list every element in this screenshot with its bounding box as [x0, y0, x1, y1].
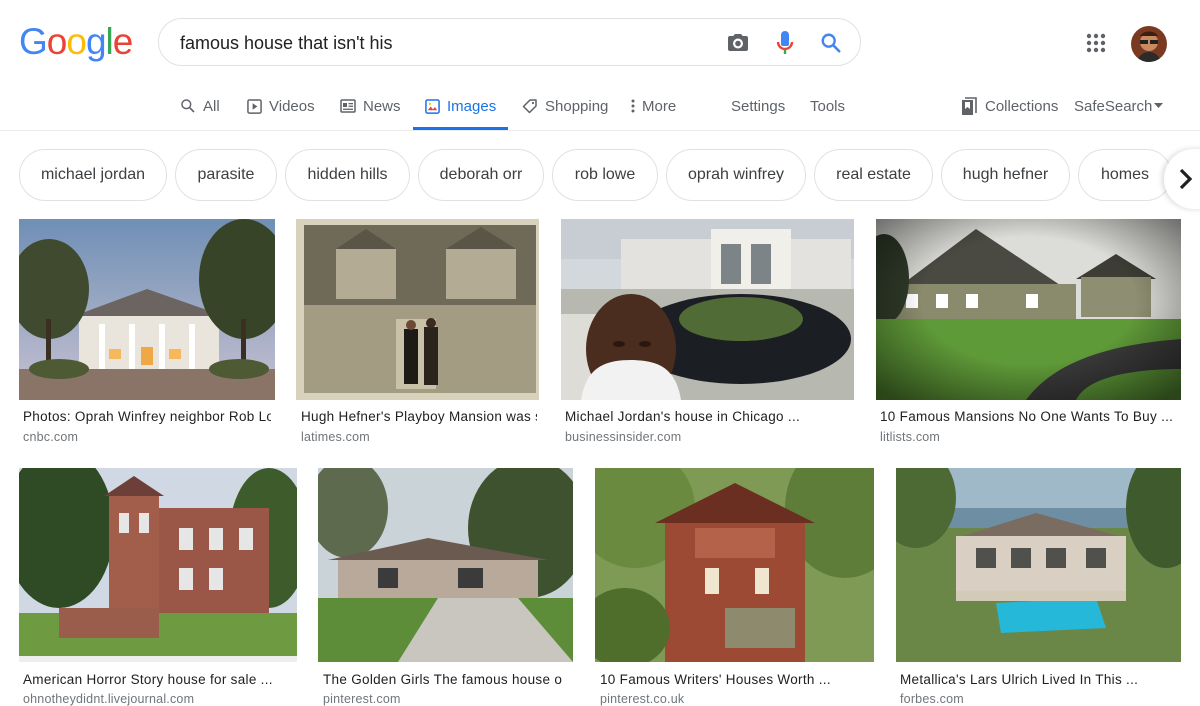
- result-thumbnail[interactable]: [876, 219, 1181, 400]
- tab-label: Images: [447, 97, 497, 115]
- search-icon[interactable]: [817, 29, 845, 57]
- tab-label: Shopping: [545, 97, 609, 115]
- mansion-photo: [19, 219, 275, 400]
- safesearch-dropdown[interactable]: SafeSearch: [1074, 96, 1164, 116]
- mansion-photo: [561, 219, 854, 400]
- tab-news[interactable]: News: [340, 96, 401, 116]
- mansion-photo: [876, 219, 1181, 400]
- result-thumbnail[interactable]: [296, 219, 539, 400]
- result-source[interactable]: businessinsider.com: [565, 430, 681, 444]
- header-divider: [0, 130, 1200, 131]
- result-caption[interactable]: 10 Famous Mansions No One Wants To Buy .…: [880, 409, 1180, 424]
- collections-link[interactable]: Collections: [961, 96, 1058, 116]
- result-thumbnail[interactable]: [595, 468, 874, 662]
- result-thumbnail[interactable]: [561, 219, 854, 400]
- more-vert-icon: [631, 99, 635, 113]
- chip-hidden-hills[interactable]: hidden hills: [285, 149, 410, 201]
- caret-down-icon: [1154, 103, 1164, 108]
- tag-icon: [522, 99, 537, 114]
- result-caption[interactable]: Hugh Hefner's Playboy Mansion was sold .…: [301, 409, 537, 424]
- mansion-photo: [19, 468, 297, 662]
- result-caption[interactable]: Photos: Oprah Winfrey neighbor Rob Lowe …: [23, 409, 271, 424]
- tab-label: All: [203, 97, 220, 115]
- result-caption[interactable]: Metallica's Lars Ulrich Lived In This ..…: [900, 672, 1180, 687]
- safesearch-label: SafeSearch: [1074, 97, 1153, 115]
- logo-letter: l: [105, 21, 114, 62]
- logo-letter: o: [46, 21, 68, 62]
- google-logo[interactable]: Google: [19, 21, 134, 62]
- tab-label: News: [363, 97, 401, 115]
- news-icon: [340, 99, 356, 113]
- chip-hugh-hefner[interactable]: hugh hefner: [941, 149, 1070, 201]
- result-source[interactable]: latimes.com: [301, 430, 370, 444]
- mansion-photo: [896, 468, 1181, 662]
- tab-shopping[interactable]: Shopping: [522, 96, 608, 116]
- chip-oprah-winfrey[interactable]: oprah winfrey: [666, 149, 806, 201]
- result-source[interactable]: pinterest.com: [323, 692, 401, 706]
- tab-label: Videos: [269, 97, 315, 115]
- tab-more[interactable]: More: [631, 96, 676, 116]
- mic-icon[interactable]: [771, 29, 799, 57]
- result-thumbnail[interactable]: [896, 468, 1181, 662]
- chip-parasite[interactable]: parasite: [175, 149, 277, 201]
- logo-letter: G: [19, 21, 48, 62]
- chip-homes[interactable]: homes: [1078, 149, 1172, 201]
- result-source[interactable]: forbes.com: [900, 692, 964, 706]
- search-input[interactable]: [180, 31, 700, 55]
- result-caption[interactable]: The Golden Girls The famous house on ...: [323, 672, 563, 687]
- mansion-photo: [595, 468, 874, 662]
- bookmark-icon: [962, 96, 977, 115]
- result-source[interactable]: cnbc.com: [23, 430, 78, 444]
- logo-letter: e: [112, 21, 134, 62]
- result-thumbnail[interactable]: [19, 219, 275, 400]
- result-source[interactable]: pinterest.co.uk: [600, 692, 684, 706]
- search-icon: [181, 99, 195, 113]
- collections-label: Collections: [985, 97, 1059, 115]
- chip-michael-jordan[interactable]: michael jordan: [19, 149, 167, 201]
- video-icon: [247, 98, 262, 114]
- logo-letter: g: [85, 21, 107, 62]
- settings-link[interactable]: Settings: [731, 96, 785, 116]
- tab-label: More: [642, 97, 677, 115]
- chips-next-button[interactable]: [1164, 149, 1200, 209]
- apps-grid-icon[interactable]: [1086, 33, 1106, 53]
- chevron-right-icon: [1179, 168, 1192, 190]
- avatar[interactable]: [1131, 26, 1167, 62]
- logo-letter: o: [66, 21, 87, 62]
- image-icon: [425, 98, 440, 114]
- result-thumbnail[interactable]: [19, 468, 297, 662]
- result-source[interactable]: litlists.com: [880, 430, 940, 444]
- result-caption[interactable]: American Horror Story house for sale ...: [23, 672, 293, 687]
- chip-deborah-orr[interactable]: deborah orr: [418, 149, 544, 201]
- chip-real-estate[interactable]: real estate: [814, 149, 933, 201]
- tab-all[interactable]: All: [180, 96, 220, 116]
- mansion-photo: [296, 219, 539, 400]
- mansion-photo: [318, 468, 573, 662]
- tab-images[interactable]: Images: [425, 96, 496, 116]
- chip-rob-lowe[interactable]: rob lowe: [552, 149, 658, 201]
- camera-icon[interactable]: [724, 29, 752, 57]
- result-source[interactable]: ohnotheydidnt.livejournal.com: [23, 692, 194, 706]
- result-caption[interactable]: Michael Jordan's house in Chicago ...: [565, 409, 851, 424]
- tab-videos[interactable]: Videos: [247, 96, 315, 116]
- result-caption[interactable]: 10 Famous Writers' Houses Worth ...: [600, 672, 870, 687]
- tools-link[interactable]: Tools: [810, 96, 845, 116]
- search-box: [158, 18, 861, 66]
- result-thumbnail[interactable]: [318, 468, 573, 662]
